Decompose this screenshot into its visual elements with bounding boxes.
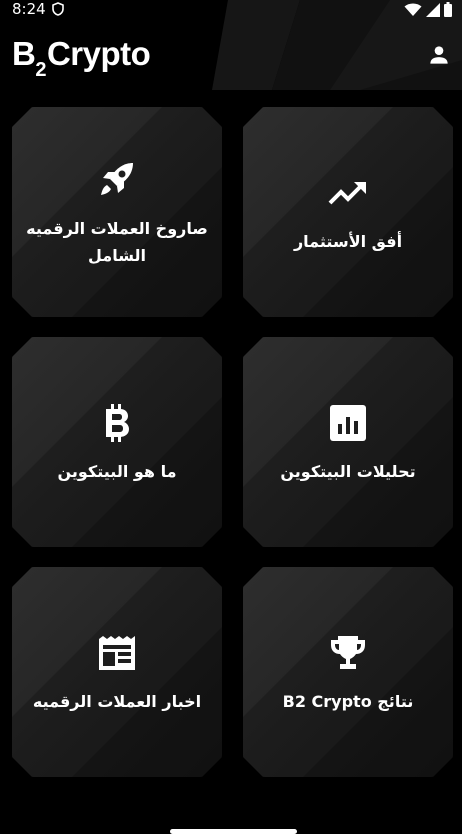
card-what-is-bitcoin[interactable]: ما هو البيتكوين [12,337,222,547]
card-label: صاروخ العملات الرقميه الشامل [26,219,208,265]
profile-button[interactable] [426,42,452,68]
card-label: أفق الأستثمار [293,232,403,251]
brand-suffix: Crypto [46,35,151,72]
card-label: تحليلات البيتكوين [280,462,416,481]
card-label: اخبار العملات الرقميه [32,692,202,711]
card-crypto-rocket[interactable]: صاروخ العملات الرقميه الشامل [12,107,222,317]
trophy-icon [331,636,365,669]
brand-subscript: 2 [35,59,46,81]
card-shine [12,107,222,317]
trending-up-icon [328,182,366,205]
brand-prefix: B [12,35,36,72]
card-investment-horizon[interactable]: أفق الأستثمار [243,107,453,317]
card-label: نتائج B2 Crypto [282,692,414,711]
card-label: ما هو البيتكوين [57,462,177,481]
card-crypto-news[interactable]: اخبار العملات الرقميه [12,567,222,777]
rocket-icon [101,163,133,195]
status-time: 8:24 [12,0,46,18]
app-logo-title: B2Crypto [12,34,151,81]
bar-chart-icon [330,405,366,441]
shield-icon [52,2,64,16]
card-bitcoin-analysis[interactable]: تحليلات البيتكوين [243,337,453,547]
wifi-icon [404,3,422,16]
card-b2-results[interactable]: نتائج B2 Crypto [243,567,453,777]
status-bar: 8:24 [0,0,462,20]
bitcoin-icon [106,404,129,442]
gesture-nav-handle[interactable] [170,829,297,834]
signal-icon [426,2,440,17]
newspaper-icon [99,636,135,670]
battery-icon [444,2,452,17]
